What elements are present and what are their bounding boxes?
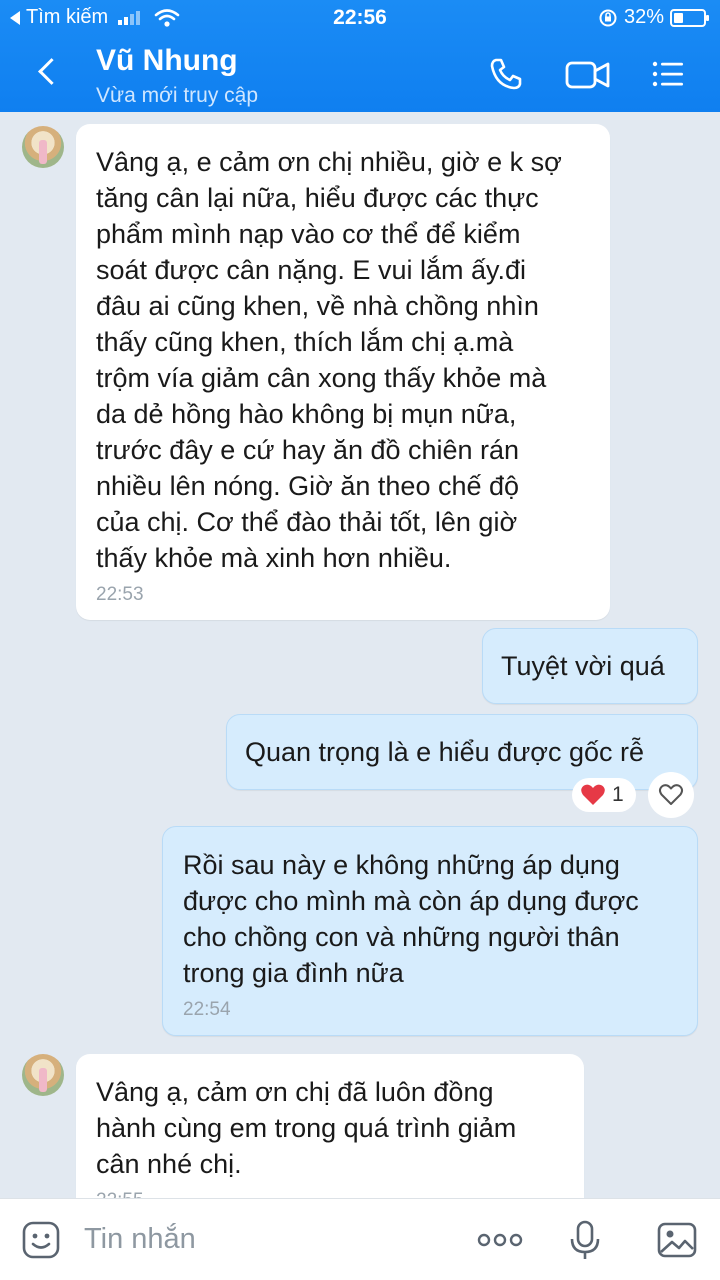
message-bubble-incoming[interactable]: Vâng ạ, e cảm ơn chị nhiều, giờ e k sợ t… bbox=[76, 124, 610, 620]
message-text: Vâng ạ, cảm ơn chị đã luôn đồng hành cùn… bbox=[96, 1077, 517, 1179]
heart-outline-icon bbox=[659, 784, 683, 805]
image-icon[interactable] bbox=[656, 1219, 698, 1261]
contact-name[interactable]: Vũ Nhung bbox=[96, 44, 238, 78]
status-right: 32% bbox=[598, 6, 709, 29]
heart-icon bbox=[581, 784, 605, 805]
phone-icon[interactable] bbox=[486, 54, 526, 94]
status-bar: Tìm kiếm 22:56 32% bbox=[0, 0, 720, 36]
reaction-badge[interactable]: 1 bbox=[572, 778, 636, 812]
contact-status: Vừa mới truy cập bbox=[96, 84, 259, 107]
message-bubble-outgoing[interactable]: Rồi sau này e không những áp dụng được c… bbox=[162, 826, 698, 1036]
sticker-icon[interactable] bbox=[20, 1219, 62, 1261]
message-text: Tuyệt vời quá bbox=[501, 651, 665, 681]
message-text: Quan trọng là e hiểu được gốc rễ bbox=[245, 737, 645, 767]
message-text: Vâng ạ, e cảm ơn chị nhiều, giờ e k sợ t… bbox=[96, 147, 562, 573]
message-bubble-outgoing[interactable]: Quan trọng là e hiểu được gốc rễ bbox=[226, 714, 698, 790]
message-input[interactable]: Tin nhắn bbox=[84, 1223, 196, 1256]
message-bubble-outgoing[interactable]: Tuyệt vời quá bbox=[482, 628, 698, 704]
video-icon[interactable] bbox=[564, 54, 612, 94]
battery-icon bbox=[670, 8, 709, 27]
message-composer: Tin nhắn bbox=[0, 1198, 720, 1280]
menu-icon[interactable] bbox=[648, 54, 688, 94]
battery-percent: 32% bbox=[623, 6, 664, 28]
back-icon[interactable] bbox=[34, 54, 64, 94]
avatar[interactable] bbox=[22, 126, 64, 168]
like-button[interactable] bbox=[648, 772, 694, 818]
reaction-count: 1 bbox=[612, 783, 624, 806]
rotation-lock-icon bbox=[599, 9, 617, 26]
chat-screen: Tìm kiếm 22:56 32% Vũ Nhung Vừa mới truy… bbox=[0, 0, 720, 1280]
avatar[interactable] bbox=[22, 1054, 64, 1096]
chat-header: Tìm kiếm 22:56 32% Vũ Nhung Vừa mới truy… bbox=[0, 0, 720, 112]
message-text: Rồi sau này e không những áp dụng được c… bbox=[183, 850, 639, 988]
message-time: 22:53 bbox=[96, 584, 144, 605]
message-time: 22:54 bbox=[183, 999, 231, 1020]
microphone-icon[interactable] bbox=[564, 1219, 606, 1261]
more-icon[interactable] bbox=[476, 1219, 524, 1261]
